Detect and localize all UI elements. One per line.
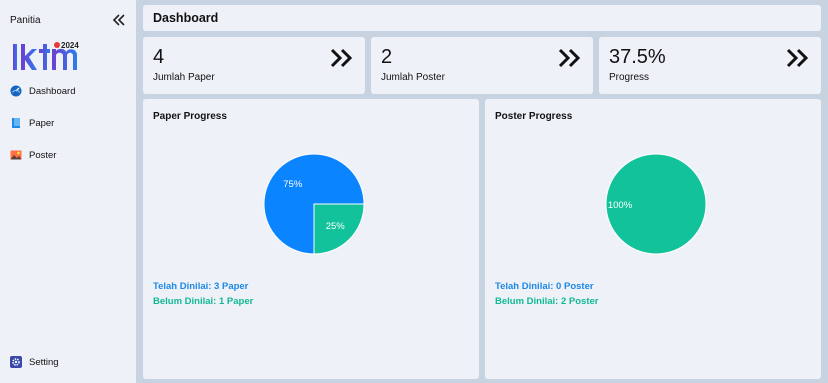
page-header: Dashboard — [143, 5, 821, 31]
sidebar-item-paper[interactable]: Paper — [10, 114, 54, 132]
collapse-sidebar-icon[interactable] — [112, 12, 126, 28]
stat-label: Progress — [609, 72, 650, 83]
pie-data-label: 75% — [283, 179, 303, 190]
pie-data-label: 100% — [608, 200, 633, 211]
stat-value: 4 — [153, 46, 165, 68]
dashboard-icon — [10, 85, 22, 97]
double-chevron-right-icon[interactable] — [785, 47, 811, 69]
sidebar: Panitia 2024 Dashboard Paper Poster Sett… — [0, 0, 136, 383]
double-chevron-right-icon[interactable] — [329, 47, 355, 69]
legend-assessed: Telah Dinilai: 3 Paper — [153, 281, 249, 292]
stat-value: 37.5% — [609, 46, 666, 68]
legend-assessed: Telah Dinilai: 0 Poster — [495, 281, 594, 292]
legend-pending: Belum Dinilai: 2 Poster — [495, 296, 599, 307]
chart-title: Poster Progress — [495, 111, 573, 122]
logo-year: 2024 — [61, 41, 79, 50]
sidebar-title: Panitia — [10, 15, 41, 26]
sidebar-item-label: Paper — [29, 117, 55, 129]
legend-pending: Belum Dinilai: 1 Paper — [153, 296, 254, 307]
paper-pie-chart: 75% 25% — [263, 153, 365, 255]
stat-card-progress: 37.5% Progress — [599, 37, 821, 94]
stat-label: Jumlah Paper — [153, 72, 215, 83]
paper-icon — [12, 118, 20, 128]
sidebar-item-label: Dashboard — [29, 85, 76, 97]
pie-data-label: 25% — [326, 221, 346, 232]
poster-progress-panel: Poster Progress 0%100% Telah Dinilai: 0 … — [485, 99, 821, 379]
paper-progress-panel: Paper Progress 75% 25% Telah Dinilai: 3 P… — [143, 99, 479, 379]
sidebar-item-label: Poster — [29, 149, 57, 161]
sidebar-item-label: Setting — [29, 356, 59, 368]
stat-card-paper: 4 Jumlah Paper — [143, 37, 365, 94]
stat-card-poster: 2 Jumlah Poster — [371, 37, 593, 94]
poster-icon — [10, 150, 22, 160]
sidebar-item-setting[interactable]: Setting — [10, 353, 59, 371]
sidebar-item-dashboard[interactable]: Dashboard — [10, 82, 75, 100]
page-title: Dashboard — [153, 11, 219, 25]
gear-icon — [10, 356, 22, 368]
iktm-logo: 2024 — [13, 41, 79, 70]
poster-pie-chart: 0%100% — [605, 153, 707, 255]
stat-label: Jumlah Poster — [381, 72, 445, 83]
stat-value: 2 — [381, 46, 393, 68]
chart-title: Paper Progress — [153, 111, 227, 122]
sidebar-item-poster[interactable]: Poster — [10, 146, 56, 164]
double-chevron-right-icon[interactable] — [557, 47, 583, 69]
